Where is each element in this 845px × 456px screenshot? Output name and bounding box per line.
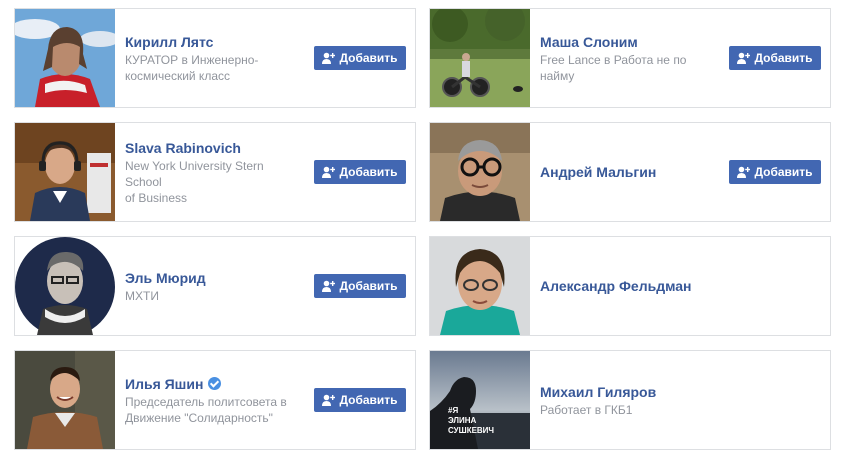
- friend-suggestion-card: Маша Слоним Free Lance в Работа не по на…: [429, 8, 831, 108]
- photo-caption: #Я: [448, 406, 458, 415]
- person-detail: Free Lance в Работа не по: [540, 52, 687, 67]
- person-detail: МХТИ: [125, 288, 159, 303]
- friend-suggestion-card: #Я ЭЛИНА СУШКЕВИЧ Михаил Гиляров Работае…: [429, 350, 831, 450]
- profile-photo[interactable]: [430, 237, 530, 335]
- person-detail: Работает в ГКБ1: [540, 402, 633, 417]
- add-friend-button[interactable]: Добавить: [314, 274, 406, 298]
- add-friend-icon: [322, 166, 336, 178]
- person-detail: найму: [540, 68, 575, 83]
- add-friend-label: Добавить: [339, 165, 398, 179]
- person-detail: New York University Stern School: [125, 158, 264, 189]
- profile-photo[interactable]: #Я ЭЛИНА СУШКЕВИЧ: [430, 351, 530, 449]
- photo-caption: ЭЛИНА: [448, 416, 477, 425]
- verified-badge-icon: [208, 377, 222, 390]
- person-name-link[interactable]: Slava Rabinovich: [125, 139, 300, 157]
- add-friend-icon: [737, 52, 751, 64]
- person-name-link[interactable]: Кирилл Лятс: [125, 33, 300, 51]
- person-detail: Председатель политсовета в: [125, 394, 287, 409]
- friend-suggestion-card: Эль Мюрид МХТИ Добавить: [14, 236, 416, 336]
- person-detail: of Business: [125, 190, 188, 205]
- profile-photo[interactable]: [15, 123, 115, 221]
- add-friend-button[interactable]: Добавить: [314, 160, 406, 184]
- add-friend-icon: [737, 166, 751, 178]
- add-friend-button[interactable]: Добавить: [729, 160, 821, 184]
- profile-photo[interactable]: [15, 9, 115, 107]
- add-friend-label: Добавить: [754, 165, 813, 179]
- person-name-link[interactable]: Александр Фельдман: [540, 277, 715, 295]
- person-detail: космический класс: [125, 68, 230, 83]
- add-friend-label: Добавить: [339, 393, 398, 407]
- profile-photo[interactable]: [15, 351, 115, 449]
- add-friend-button[interactable]: Добавить: [314, 388, 406, 412]
- person-name-link[interactable]: Илья Яшин: [125, 375, 300, 393]
- friend-suggestion-card: Александр Фельдман: [429, 236, 831, 336]
- add-friend-icon: [322, 394, 336, 406]
- profile-photo[interactable]: [15, 237, 115, 335]
- person-name-link[interactable]: Михаил Гиляров: [540, 383, 715, 401]
- add-friend-icon: [322, 280, 336, 292]
- add-friend-button[interactable]: Добавить: [314, 46, 406, 70]
- profile-photo[interactable]: [430, 9, 530, 107]
- add-friend-label: Добавить: [339, 279, 398, 293]
- person-name-link[interactable]: Эль Мюрид: [125, 269, 300, 287]
- friend-suggestion-card: Slava Rabinovich New York University Ste…: [14, 122, 416, 222]
- person-name: Илья Яшин: [125, 375, 204, 392]
- person-name-link[interactable]: Маша Слоним: [540, 33, 715, 51]
- friend-suggestion-card: Кирилл Лятс КУРАТОР в Инженерно- космиче…: [14, 8, 416, 108]
- profile-photo[interactable]: [430, 123, 530, 221]
- person-name-link[interactable]: Андрей Мальгин: [540, 163, 715, 181]
- friend-suggestion-card: Андрей Мальгин Добавить: [429, 122, 831, 222]
- add-friend-button[interactable]: Добавить: [729, 46, 821, 70]
- add-friend-icon: [322, 52, 336, 64]
- add-friend-label: Добавить: [339, 51, 398, 65]
- friend-suggestion-card: Илья Яшин Председатель политсовета в Дви…: [14, 350, 416, 450]
- photo-caption: СУШКЕВИЧ: [448, 426, 494, 435]
- person-detail: Движение "Солидарность": [125, 410, 273, 425]
- add-friend-label: Добавить: [754, 51, 813, 65]
- person-detail: КУРАТОР в Инженерно-: [125, 52, 259, 67]
